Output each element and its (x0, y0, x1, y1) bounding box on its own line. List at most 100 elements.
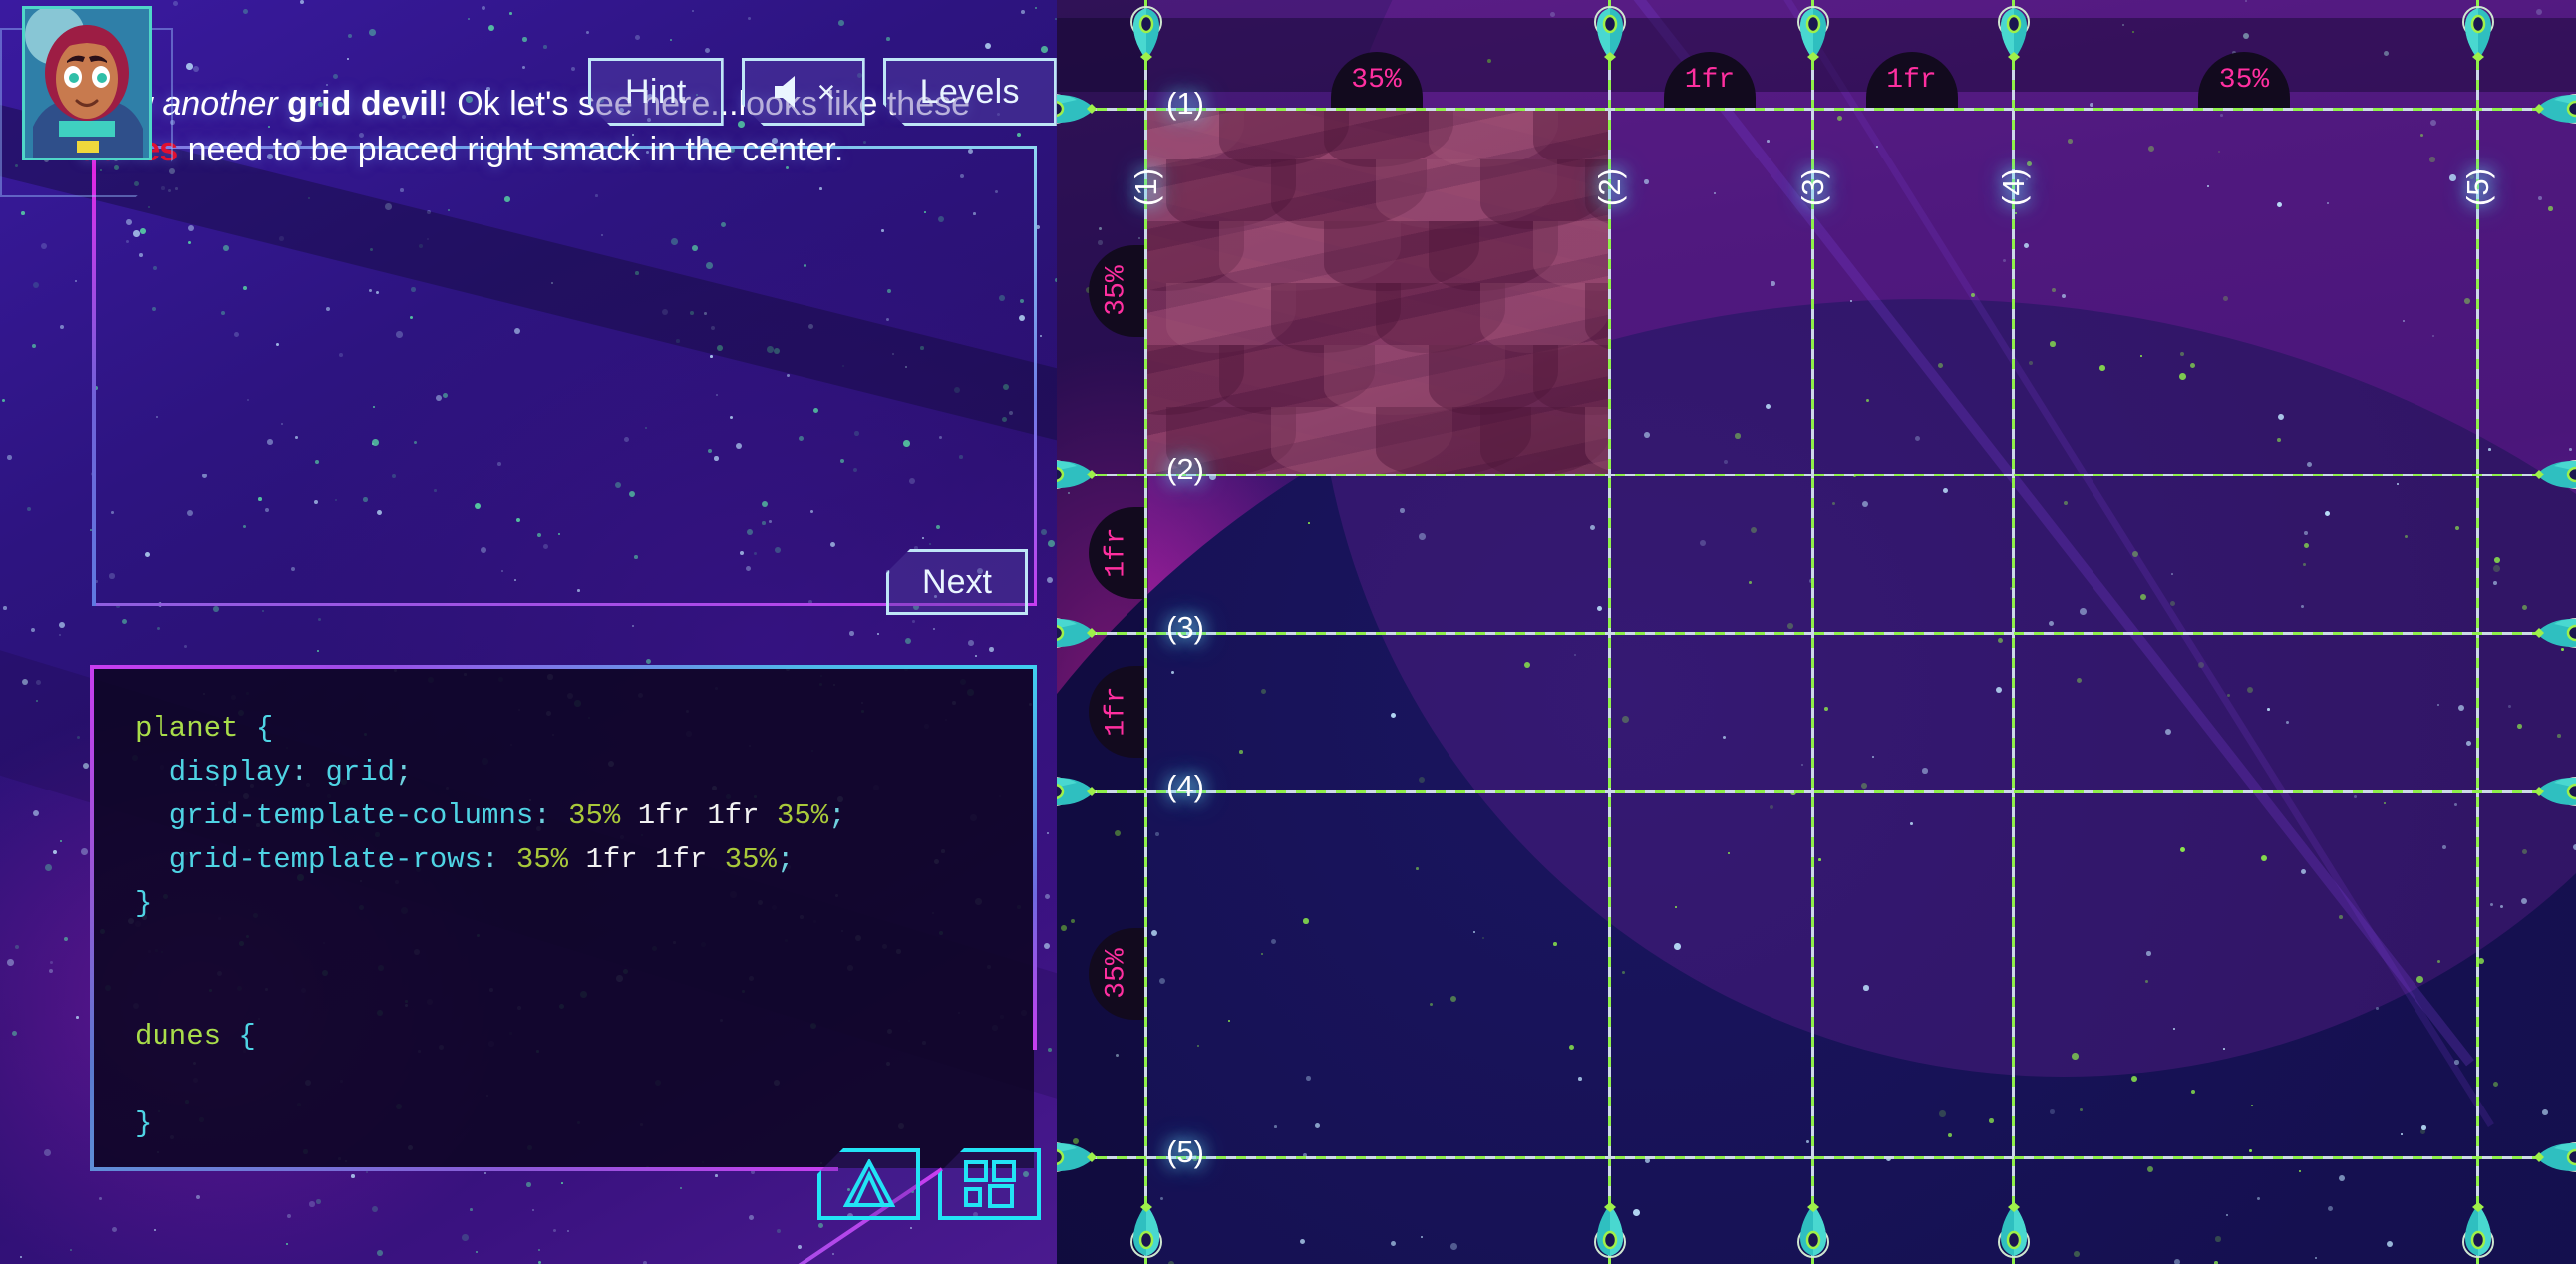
code-token: dunes (135, 1019, 222, 1053)
game-board[interactable]: (1) (2) (3) (4) (5) (1) (2) (3) (4) (5) 35% 1fr 1fr 3… (1057, 0, 2576, 1264)
row-size-value: 35% (1101, 265, 1132, 316)
row-handle-left-5[interactable] (1057, 1141, 1097, 1173)
row-handle-left-1[interactable] (1057, 93, 1097, 125)
dune-wave (1585, 407, 1608, 474)
row-line-label-1: (1) (1166, 86, 1204, 121)
code-token: : (290, 756, 326, 790)
column-handle-bottom-1[interactable] (1129, 1202, 1163, 1258)
row-handle-left-3[interactable] (1057, 617, 1097, 649)
column-line-label-4: (4) (1996, 168, 2031, 206)
code-token: } (135, 1106, 153, 1140)
code-token: : (533, 799, 569, 833)
dune-wave (1533, 345, 1608, 415)
next-button[interactable]: Next (886, 549, 1028, 615)
row-handle-left-4[interactable] (1057, 776, 1097, 807)
code-token: display (135, 756, 291, 790)
column-handle-top-1[interactable] (1129, 6, 1163, 62)
levels-button[interactable]: Levels (883, 58, 1057, 126)
column-size-value: 35% (1351, 64, 1402, 96)
code-token: 35% (776, 799, 829, 833)
column-line-label-5: (5) (2460, 168, 2495, 206)
grid-row-line-3[interactable] (1057, 632, 2576, 635)
row-handle-left-2[interactable] (1057, 459, 1097, 490)
code-token: grid-template-columns (135, 799, 534, 833)
row-size-value: 35% (1101, 948, 1132, 999)
code-token: grid-template-rows (135, 843, 483, 877)
row-size-value: 1fr (1101, 527, 1132, 578)
levels-label: Levels (919, 72, 1020, 111)
grid-game-screen: Hint × Levels Wow another grid devil! Ok… (0, 0, 2576, 1264)
dune-wave (1533, 221, 1608, 291)
code-token: 35% (515, 843, 569, 877)
code-token: ; (828, 799, 846, 833)
code-line: grid-template-columns: 35% 1fr 1fr 35%; (135, 794, 1017, 838)
editor-tool-buttons (817, 1148, 1041, 1220)
avatar (0, 6, 173, 197)
code-token: 1fr (707, 799, 760, 833)
code-border-left (90, 665, 94, 1171)
row-handle-right-4[interactable] (2534, 776, 2576, 807)
dune-wave (1585, 283, 1608, 353)
row-handle-right-2[interactable] (2534, 459, 2576, 490)
column-handle-top-2[interactable] (1593, 6, 1627, 62)
css-code-text[interactable]: planet { display: grid; grid-template-co… (135, 707, 1017, 1146)
grid-row-line-4[interactable] (1057, 790, 2576, 793)
avatar-illustration (25, 9, 149, 158)
grid-row-line-1[interactable] (1057, 108, 2576, 111)
grid-tool-icon[interactable] (938, 1148, 1041, 1220)
code-token: 1fr (637, 799, 690, 833)
dialogue-panel: Wow another grid devil! Ok let's see her… (79, 85, 1037, 606)
code-line: grid-template-rows: 35% 1fr 1fr 35%; (135, 838, 1017, 882)
code-line: planet { (135, 707, 1017, 751)
dialogue-segment: need to be placed right smack in the cen… (178, 130, 844, 168)
column-handle-top-4[interactable] (1997, 6, 2031, 62)
row-size-value: 1fr (1101, 686, 1132, 737)
column-handle-bottom-3[interactable] (1796, 1202, 1830, 1258)
code-token: } (135, 887, 153, 921)
hint-label: Hint (625, 72, 687, 111)
code-editor-panel[interactable]: planet { display: grid; grid-template-co… (90, 665, 1037, 1264)
dialogue-segment: grid devil (287, 85, 439, 123)
column-handle-bottom-4[interactable] (1997, 1202, 2031, 1258)
code-token: grid (325, 756, 396, 790)
code-border-right (1033, 665, 1037, 1051)
code-token: ; (395, 756, 413, 790)
column-handle-bottom-5[interactable] (2461, 1202, 2495, 1258)
rocket-tool-icon[interactable] (817, 1148, 920, 1220)
column-handle-bottom-2[interactable] (1593, 1202, 1627, 1258)
code-line: } (135, 882, 1017, 926)
code-token: 1fr (655, 843, 708, 877)
sound-toggle-button[interactable]: × (742, 58, 865, 126)
grid-row-line-5[interactable] (1057, 1156, 2576, 1159)
code-line: dunes { (135, 1015, 1017, 1059)
row-handle-right-3[interactable] (2534, 617, 2576, 649)
dunes-block[interactable] (1144, 108, 1608, 474)
column-line-label-1: (1) (1128, 168, 1163, 206)
code-border-top (90, 665, 1037, 669)
avatar-portrait (22, 6, 152, 160)
column-handle-top-5[interactable] (2461, 6, 2495, 62)
panel-border-left (92, 146, 96, 606)
code-line: display: grid; (135, 751, 1017, 794)
code-token: { (255, 712, 274, 745)
column-line-label-3: (3) (1795, 168, 1830, 206)
code-line: } (135, 1103, 1017, 1146)
grid-row-line-2[interactable] (1057, 474, 2576, 476)
hint-button[interactable]: Hint (588, 58, 724, 126)
code-token: { (238, 1019, 256, 1053)
dune-wave (1533, 108, 1608, 167)
code-token: 35% (724, 843, 777, 877)
row-handle-right-1[interactable] (2534, 93, 2576, 125)
next-label: Next (922, 562, 992, 601)
column-handle-top-3[interactable] (1796, 6, 1830, 62)
row-handle-right-5[interactable] (2534, 1141, 2576, 1173)
column-size-value: 1fr (1886, 64, 1937, 96)
